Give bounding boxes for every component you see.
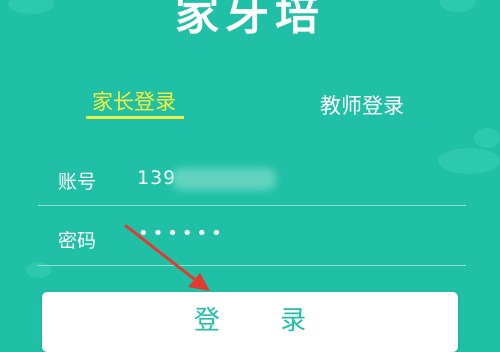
red-arrow-annotation bbox=[124, 224, 210, 291]
